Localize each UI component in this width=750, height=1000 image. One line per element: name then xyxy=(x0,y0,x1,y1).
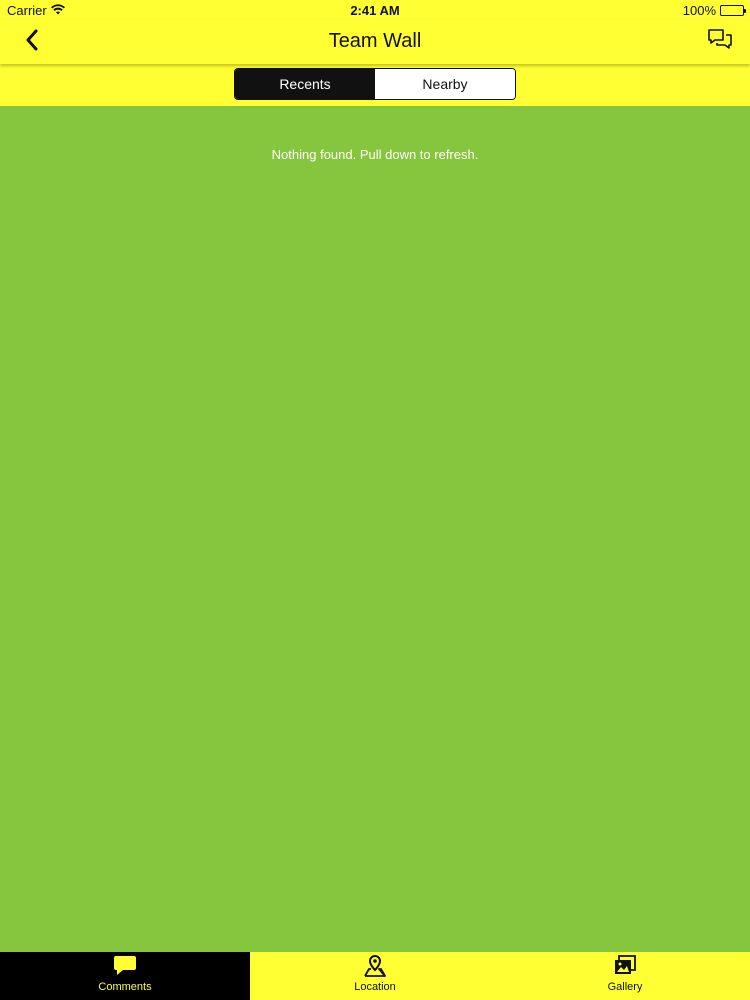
empty-state-message: Nothing found. Pull down to refresh. xyxy=(271,147,479,162)
battery-label: 100% xyxy=(682,3,716,18)
screen: Carrier 2:41 AM 100% Team Wall Recents N… xyxy=(0,0,750,1000)
comment-icon xyxy=(112,954,138,978)
page-title: Team Wall xyxy=(328,30,422,52)
tab-comments-label: Comments xyxy=(98,981,152,993)
segment-recents[interactable]: Recents xyxy=(235,69,375,99)
chat-button[interactable] xyxy=(706,28,734,56)
status-bar: Carrier 2:41 AM 100% xyxy=(0,0,750,20)
chat-bubbles-icon xyxy=(707,28,733,57)
status-time: 2:41 AM xyxy=(350,3,400,18)
segmented-control: Recents Nearby xyxy=(234,68,516,100)
segment-bar: Recents Nearby xyxy=(0,64,750,106)
tab-comments[interactable]: Comments xyxy=(0,952,250,1000)
tab-bar: Comments Location Gallery xyxy=(0,952,750,1000)
content-area[interactable]: Nothing found. Pull down to refresh. xyxy=(0,106,750,952)
nav-bar: Team Wall xyxy=(0,20,750,64)
segment-nearby[interactable]: Nearby xyxy=(375,69,515,99)
gallery-icon xyxy=(612,954,638,978)
tab-location[interactable]: Location xyxy=(250,952,500,1000)
battery-icon xyxy=(720,5,746,16)
location-pin-icon xyxy=(362,954,388,978)
tab-gallery-label: Gallery xyxy=(607,981,643,993)
status-right: 100% xyxy=(682,3,746,18)
tab-gallery[interactable]: Gallery xyxy=(500,952,750,1000)
tab-location-label: Location xyxy=(354,981,396,993)
